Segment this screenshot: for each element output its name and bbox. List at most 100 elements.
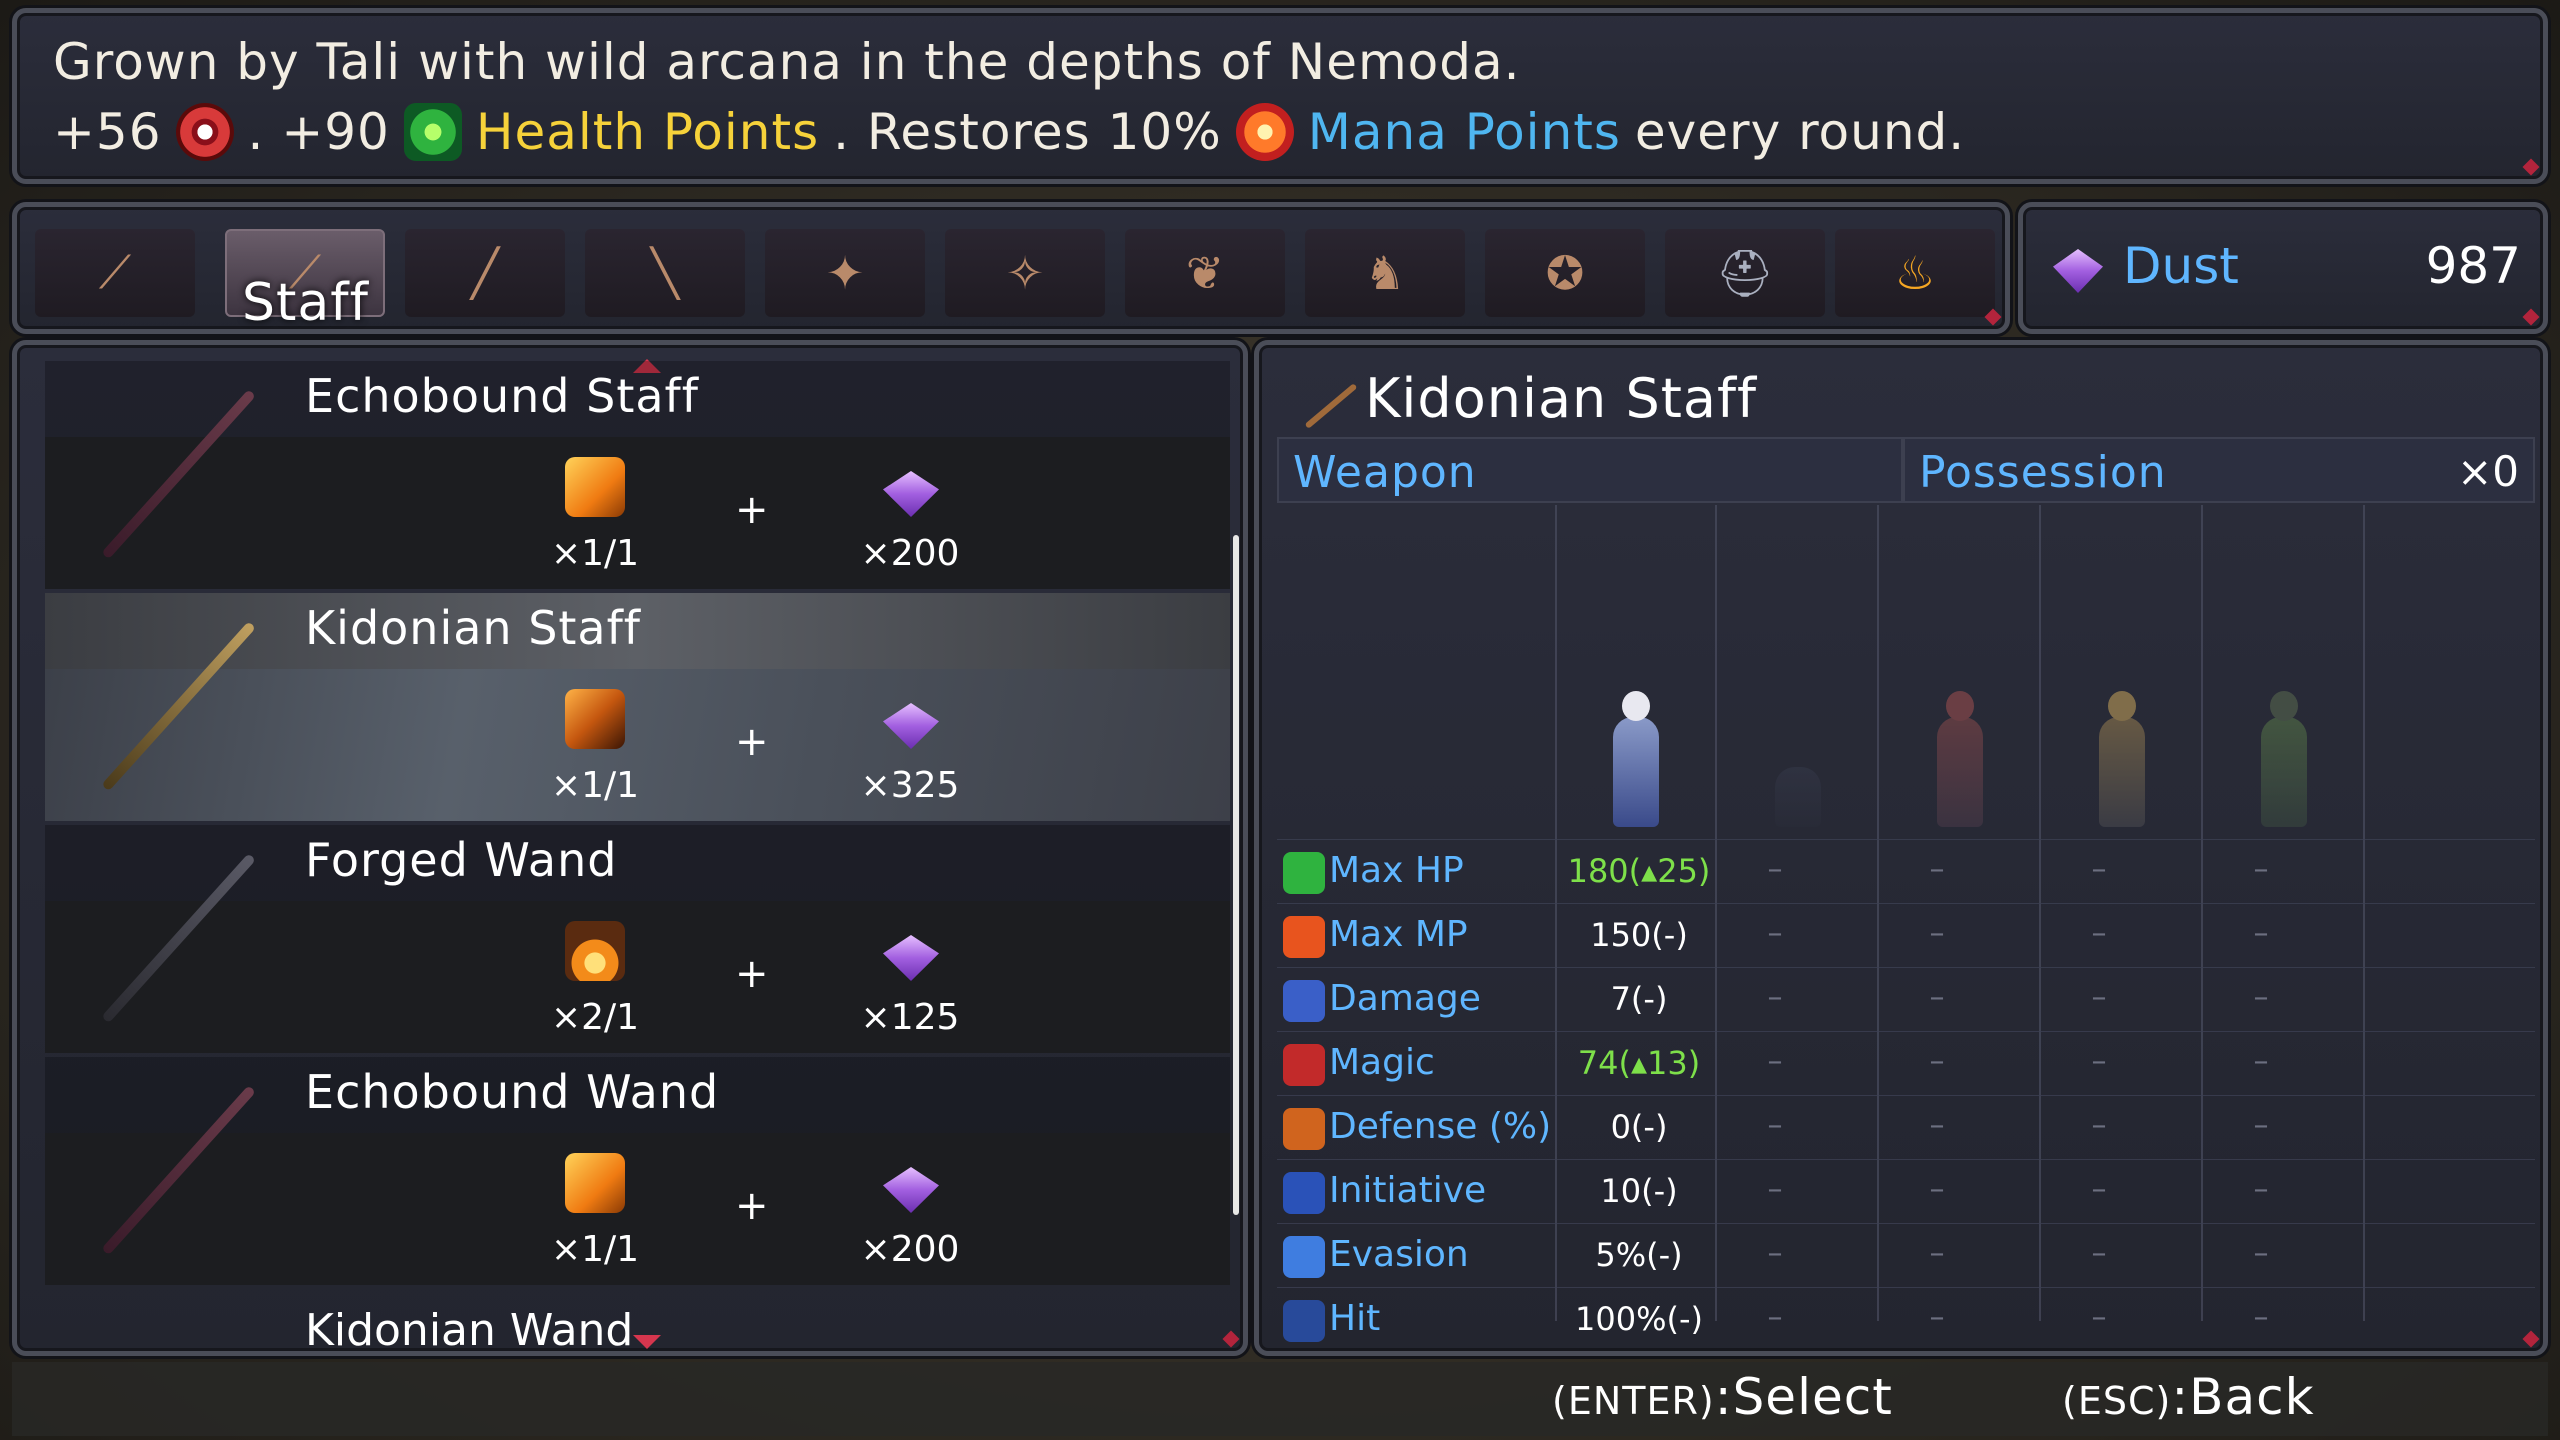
tab-armor[interactable]: ✪ (1485, 229, 1645, 317)
stat-label: Evasion (1329, 1234, 1469, 1275)
active-tab-label: Staff (242, 273, 369, 333)
bracers-icon: ♞ (1364, 246, 1406, 300)
list-scrollbar[interactable] (1233, 535, 1239, 1215)
boots-icon: ❦ (1185, 246, 1225, 300)
back-hint[interactable]: (ESC):Back (2062, 1368, 2315, 1426)
stat-value: 7(-) (1610, 980, 1668, 1018)
stat-value: 100%(-) (1575, 1300, 1703, 1338)
stat-value-other: – (2091, 1172, 2107, 1207)
mana-points-term: Mana Points (1307, 103, 1621, 161)
stat-value-other: – (2091, 1300, 2107, 1335)
tab-bracers[interactable]: ♞ (1305, 229, 1465, 317)
tab-ember[interactable]: ♨ (1835, 229, 1995, 317)
stat-row: Evasion 5%(-) – – – – (1277, 1223, 2535, 1288)
plus-sign: + (735, 487, 769, 533)
staff-icon: ⟋ (98, 245, 132, 299)
possession-header: Possession ×0 (1903, 437, 2535, 503)
scroll-down-arrow[interactable] (633, 1335, 661, 1349)
back-label: :Back (2171, 1368, 2315, 1426)
tab-staff-1[interactable]: ⟋ (35, 229, 195, 317)
stat-value-other: – (2253, 1044, 2269, 1079)
recipe-echobound-wand[interactable]: ×1/1 + ×200 Echobound Wand (45, 1057, 1230, 1285)
robe-icon: ✧ (1005, 246, 1045, 300)
dust-gem-icon (883, 703, 939, 749)
enter-key: (ENTER) (1552, 1379, 1715, 1423)
category-tabs: ⟋ ⟋ ╱ ╲ ✦ ✧ ❦ ♞ ✪ ⛑ ♨ Staff (12, 202, 2010, 334)
plus-sign: + (735, 1183, 769, 1229)
recipe-list: ×1/1 + ×200 Echobound Staff ×1/1 + ×325 … (12, 340, 1248, 1356)
evasion-icon (1283, 1236, 1325, 1278)
plus-sign: + (735, 951, 769, 997)
corner-ornament (2522, 158, 2540, 176)
party-member-2[interactable] (1937, 691, 1983, 827)
max-mp-icon (1283, 916, 1325, 958)
stat-value-other: – (1929, 852, 1945, 887)
dust-counter: Dust 987 (2018, 202, 2548, 334)
initiative-icon (1283, 1172, 1325, 1214)
stat-value-other: – (1929, 1172, 1945, 1207)
stat-value-other: – (1929, 1044, 1945, 1079)
tab-robe[interactable]: ✧ (945, 229, 1105, 317)
possession-label: Possession (1919, 447, 2167, 498)
party-member-tali[interactable] (1613, 691, 1659, 827)
dust-cost: ×125 (860, 997, 960, 1038)
weapon-type-label: Weapon (1293, 447, 1477, 498)
amber-shard-icon (565, 1153, 625, 1213)
recipe-kidonian-wand[interactable]: Kidonian Wand (305, 1305, 633, 1349)
dust-cost: ×200 (860, 533, 960, 574)
tab-helmet[interactable]: ⛑ (1665, 229, 1825, 317)
tab-wand[interactable]: ╱ (405, 229, 565, 317)
party-member-4[interactable] (2261, 691, 2307, 827)
stat-row: Magic 74(▴13) – – – – (1277, 1031, 2535, 1096)
weapon-type-header: Weapon (1277, 437, 1903, 503)
stat-value-other: – (1767, 1300, 1783, 1335)
recipe-echobound-staff[interactable]: ×1/1 + ×200 Echobound Staff (45, 361, 1230, 589)
stat-value-other: – (2253, 1172, 2269, 1207)
tab-blade[interactable]: ╲ (585, 229, 745, 317)
stat-value-other: – (1767, 1044, 1783, 1079)
party-member-3[interactable] (2099, 691, 2145, 827)
description-line-1: Grown by Tali with wild arcana in the de… (53, 33, 1521, 91)
bark-plank-icon (565, 689, 625, 749)
dust-value: 987 (2425, 237, 2521, 295)
helmet-icon: ⛑ (1715, 245, 1775, 300)
stat-value-other: – (2253, 916, 2269, 951)
description-line-2: +56 . +90 Health Points . Restores 10% M… (53, 103, 1965, 161)
defense-icon (1283, 1108, 1325, 1150)
ember-icon: ♨ (1894, 246, 1936, 300)
recipe-name: Kidonian Staff (305, 601, 641, 655)
recipe-name: Echobound Staff (305, 369, 699, 423)
character-head (1946, 691, 1974, 721)
stat-value-other: – (1767, 1172, 1783, 1207)
select-label: :Select (1714, 1368, 1893, 1426)
tab-gloves[interactable]: ✦ (765, 229, 925, 317)
recipe-name: Echobound Wand (305, 1065, 720, 1119)
select-hint[interactable]: (ENTER):Select (1552, 1368, 1893, 1426)
recipe-forged-wand[interactable]: ×2/1 + ×125 Forged Wand (45, 825, 1230, 1053)
wand-icon: ╱ (471, 246, 499, 300)
stat-value-other: – (2091, 916, 2107, 951)
stat-value-other: – (1767, 852, 1783, 887)
tab-boots[interactable]: ❦ (1125, 229, 1285, 317)
health-bonus-value: . +90 (247, 103, 390, 161)
stat-value: 180(▴25) (1567, 852, 1711, 890)
stat-value-other: – (1929, 916, 1945, 951)
max-hp-icon (1283, 852, 1325, 894)
stat-value-other: – (2253, 852, 2269, 887)
stat-value-other: – (2091, 980, 2107, 1015)
stat-value-other: – (1767, 1236, 1783, 1271)
recipe-kidonian-staff[interactable]: ×1/1 + ×325 Kidonian Staff (45, 593, 1230, 821)
dust-label: Dust (2123, 237, 2239, 295)
stat-value-other: – (1929, 1108, 1945, 1143)
restores-text: . Restores 10% (833, 103, 1222, 161)
every-round-text: every round. (1634, 103, 1966, 161)
dust-gem-icon (883, 935, 939, 981)
stat-row: Max MP 150(-) – – – – (1277, 903, 2535, 968)
stat-value-other: – (2253, 1108, 2269, 1143)
party-member-empty[interactable] (1775, 767, 1821, 827)
stat-row: Damage 7(-) – – – – (1277, 967, 2535, 1032)
dust-cost: ×200 (860, 1229, 960, 1270)
material-count: ×1/1 (550, 765, 640, 806)
control-hints: (ENTER):Select (ESC):Back (12, 1362, 2548, 1436)
stat-value: 74(▴13) (1577, 1044, 1701, 1082)
